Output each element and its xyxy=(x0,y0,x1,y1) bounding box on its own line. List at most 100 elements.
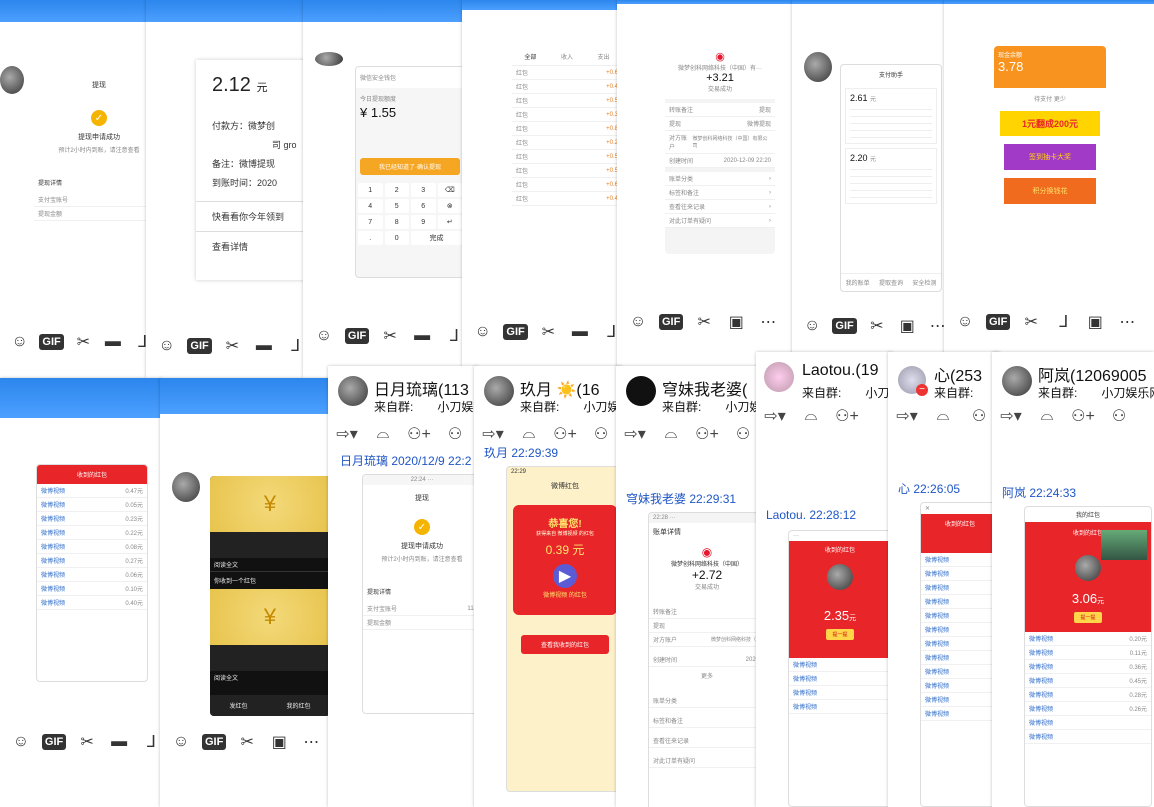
packet-row[interactable]: 微博视频 xyxy=(921,595,999,609)
call-icon[interactable]: ⌓ xyxy=(372,424,394,444)
backspace-key[interactable]: ⌫ xyxy=(437,183,462,197)
gif-icon[interactable]: GIF xyxy=(503,324,528,340)
emoji-icon[interactable]: ☺ xyxy=(954,311,976,333)
key[interactable]: ↵ xyxy=(437,215,462,229)
transaction-row[interactable]: 红包 +0.3 xyxy=(512,108,622,122)
profile-icon[interactable]: ⚇ xyxy=(968,406,990,426)
promo-banner-2[interactable]: 签到抽卡大奖 xyxy=(1004,144,1096,170)
withdraw-button[interactable]: 提一提 xyxy=(826,629,854,640)
folder-icon[interactable]: ▬ xyxy=(103,331,122,353)
emoji-icon[interactable]: ☺ xyxy=(170,731,192,753)
folder-icon[interactable]: ▬ xyxy=(253,335,274,357)
view-details-link[interactable]: 查看详情 xyxy=(212,240,306,253)
key[interactable]: . xyxy=(358,231,383,245)
share-icon[interactable]: ⇨▾ xyxy=(896,406,918,426)
packet-row[interactable]: 微博视频 0.22元 xyxy=(37,526,147,540)
link-row[interactable]: 对此订单有疑问 xyxy=(649,748,765,768)
share-icon[interactable]: ⇨▾ xyxy=(764,406,786,426)
profile-icon[interactable]: ⚇ xyxy=(444,424,466,444)
packet-row[interactable]: 微博视频 xyxy=(789,658,891,672)
folder-icon[interactable]: ▬ xyxy=(411,325,433,347)
packet-row[interactable]: 微博视频 xyxy=(921,679,999,693)
tab-income[interactable]: 收入 xyxy=(561,52,573,61)
call-icon[interactable]: ⌓ xyxy=(1036,406,1058,426)
emoji-icon[interactable]: ☺ xyxy=(10,331,29,353)
packet-row[interactable]: 微博视频 xyxy=(1025,716,1151,730)
transaction-row[interactable]: 红包 +0.8 xyxy=(512,122,622,136)
tab-send-packet[interactable]: 发红包 xyxy=(229,701,247,710)
packet-row[interactable]: 微博视频 xyxy=(921,609,999,623)
more-icon[interactable]: ⋯ xyxy=(1116,311,1138,333)
packet-row[interactable]: 微博视频 xyxy=(789,700,891,714)
gif-icon[interactable]: GIF xyxy=(659,314,684,330)
link-row[interactable]: 标签和备注 › xyxy=(665,186,775,200)
packet-row[interactable]: 微博视频 0.10元 xyxy=(37,582,147,596)
add-friend-icon[interactable]: ⚇+ xyxy=(553,424,577,444)
call-icon[interactable]: ⌓ xyxy=(518,424,540,444)
folder-icon[interactable]: ▬ xyxy=(108,731,130,753)
packet-row[interactable]: 微博视频 0.28元 xyxy=(1025,688,1151,702)
confirm-button[interactable]: 我已经知道了·确认提现 xyxy=(360,158,460,175)
packet-row[interactable]: 微博视频 xyxy=(921,581,999,595)
transaction-row[interactable]: 红包 +0.6 xyxy=(512,178,622,192)
packet-row[interactable]: 微博视频 xyxy=(789,686,891,700)
scissors-icon[interactable]: ✂ xyxy=(74,331,93,353)
profile-icon[interactable]: ⚇ xyxy=(590,424,612,444)
scissors-icon[interactable]: ✂ xyxy=(222,335,243,357)
key[interactable]: 2 xyxy=(384,183,409,197)
packet-row[interactable]: 微博视频 xyxy=(921,707,999,721)
key[interactable]: 1 xyxy=(358,183,383,197)
done-key[interactable]: 完成 xyxy=(411,231,462,245)
packet-row[interactable]: 微博视频 0.23元 xyxy=(37,512,147,526)
promo-banner-3[interactable]: 积分换钱花 xyxy=(1004,178,1096,204)
transaction-row[interactable]: 红包 +0.4 xyxy=(512,192,622,206)
gif-icon[interactable]: GIF xyxy=(39,334,64,350)
packet-row[interactable]: 微博视频 xyxy=(921,665,999,679)
image-icon[interactable]: ▣ xyxy=(897,315,917,337)
transaction-row[interactable]: 红包 +0.5 xyxy=(512,164,622,178)
gif-icon[interactable]: GIF xyxy=(986,314,1011,330)
tab-bills[interactable]: 我的账单 xyxy=(846,278,870,287)
packet-row[interactable]: 微博视频 xyxy=(921,693,999,707)
add-friend-icon[interactable]: ⚇+ xyxy=(695,424,719,444)
emoji-icon[interactable]: ☺ xyxy=(313,325,335,347)
packet-row[interactable]: 微博视频 0.45元 xyxy=(1025,674,1151,688)
more-icon[interactable]: ⋯ xyxy=(300,731,322,753)
key[interactable]: 6 xyxy=(411,199,436,213)
key[interactable]: 4 xyxy=(358,199,383,213)
gif-icon[interactable]: GIF xyxy=(344,328,370,344)
clip-icon[interactable]: ᒧ xyxy=(1052,311,1074,333)
promo-banner-1[interactable]: 1元翻成200元 xyxy=(1000,111,1100,136)
transaction-row[interactable]: 红包 +0.4 xyxy=(512,80,622,94)
folder-icon[interactable]: ▬ xyxy=(569,321,590,343)
emoji-icon[interactable]: ☺ xyxy=(627,311,649,333)
packet-row[interactable]: 微博视频 0.08元 xyxy=(37,540,147,554)
image-icon[interactable]: ▣ xyxy=(725,311,747,333)
packet-row[interactable]: 微博视频 xyxy=(921,567,999,581)
share-icon[interactable]: ⇨▾ xyxy=(336,424,358,444)
transaction-row[interactable]: 红包 +0.5 xyxy=(512,150,622,164)
key[interactable]: ⊗ xyxy=(437,199,462,213)
call-icon[interactable]: ⌓ xyxy=(660,424,682,444)
packet-row[interactable]: 微博视频 0.26元 xyxy=(1025,702,1151,716)
more-icon[interactable]: ⋯ xyxy=(757,311,779,333)
packet-row[interactable]: 微博视频 xyxy=(921,637,999,651)
link-row[interactable]: 账单分类 › xyxy=(665,172,775,186)
more-link[interactable]: 更多 xyxy=(649,667,765,684)
scissors-icon[interactable]: ✂ xyxy=(76,731,98,753)
packet-row[interactable]: 微博视频 xyxy=(921,553,999,567)
add-friend-icon[interactable]: ⚇+ xyxy=(407,424,431,444)
call-icon[interactable]: ⌓ xyxy=(932,406,954,426)
packet-row[interactable]: 微博视频 xyxy=(921,651,999,665)
key[interactable]: 5 xyxy=(384,199,409,213)
transaction-row[interactable]: 红包 +0.2 xyxy=(512,136,622,150)
scissors-icon[interactable]: ✂ xyxy=(379,325,401,347)
packet-row[interactable]: 微博视频 0.11元 xyxy=(1025,646,1151,660)
scissors-icon[interactable]: ✂ xyxy=(693,311,715,333)
profile-icon[interactable]: ⚇ xyxy=(1108,406,1130,426)
share-icon[interactable]: ⇨▾ xyxy=(624,424,646,444)
packet-row[interactable]: 微博视频 0.20元 xyxy=(1025,632,1151,646)
link-row[interactable]: 标签和备注 xyxy=(649,708,765,728)
gif-icon[interactable]: GIF xyxy=(202,734,227,750)
key[interactable]: 9 xyxy=(411,215,436,229)
